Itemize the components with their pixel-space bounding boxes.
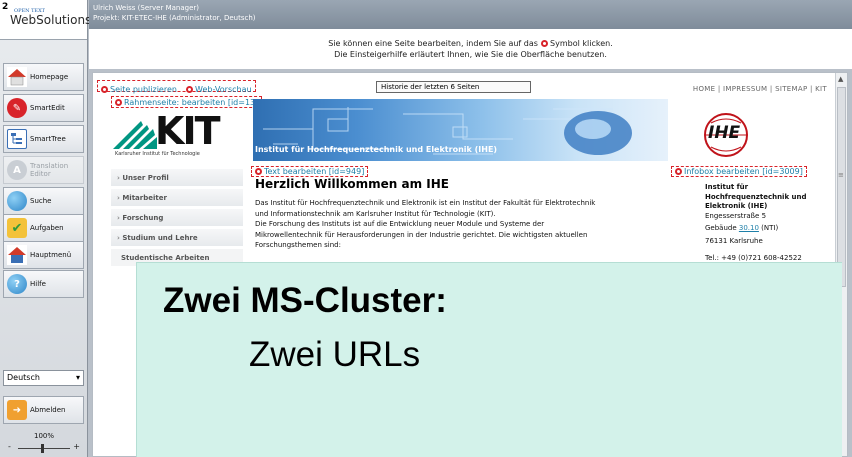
callout-subtitle: Zwei URLs [249, 335, 421, 374]
edit-symbol-icon [675, 168, 682, 175]
sidebar-item-translation-editor: A Translation Editor [3, 156, 84, 184]
publish-toolbar: Seite publizieren Web-Vorschau [97, 80, 256, 94]
sidebar-item-label: Hauptmenü [30, 251, 72, 259]
subnav-item-studium[interactable]: Studium und Lehre [111, 229, 243, 247]
grip-icon: ≡ [838, 171, 844, 179]
logout-icon: ➜ [7, 400, 27, 420]
callout-title: Zwei MS-Cluster: [163, 281, 447, 320]
sidebar-item-label: Hilfe [30, 280, 46, 288]
frame-edit-link[interactable]: Rahmenseite: bearbeiten [id=13] [111, 96, 263, 108]
zoom-in-icon[interactable]: + [73, 442, 80, 451]
ihe-logo[interactable]: IHE [693, 111, 759, 159]
sidebar-item-homepage[interactable]: Homepage [3, 63, 84, 91]
info-banner: Sie können eine Seite bearbeiten, indem … [89, 29, 852, 69]
sidebar-item-suche[interactable]: Suche [3, 187, 84, 215]
kit-logo-mark [113, 121, 157, 149]
translation-icon: A [7, 160, 27, 180]
intro-text: Das Institut für Hochfrequenztechnik und… [255, 199, 596, 249]
language-select[interactable]: Deutsch ▾ [3, 370, 84, 386]
sidebar-item-label: SmartEdit [30, 104, 65, 112]
header-bar: Ulrich Weiss (Server Manager) Projekt: K… [89, 0, 852, 29]
subnav-item-unser-profil[interactable]: Unser Profil [111, 169, 243, 187]
sidebar-item-smarttree[interactable]: SmartTree [3, 125, 84, 153]
sidebar-item-label: Homepage [30, 73, 69, 81]
edit-symbol-icon [540, 40, 548, 47]
sidebar-item-label: Aufgaben [30, 224, 64, 232]
zoom-out-icon[interactable]: - [8, 442, 11, 451]
info-text-3: Die Einsteigerhilfe erläutert Ihnen, wie… [334, 50, 607, 59]
publish-link[interactable]: Seite publizieren [101, 85, 177, 94]
edit-symbol-icon [101, 86, 108, 93]
sidebar-item-label: SmartTree [30, 135, 66, 143]
brand-name: WebSolutions [10, 13, 92, 27]
sidebar-item-label: Suche [30, 197, 52, 205]
edit-symbol-icon [255, 168, 262, 175]
callout-overlay: Zwei MS-Cluster: Zwei URLs [136, 262, 842, 457]
brand-logo: 2 OPEN TEXT WebSolutions [0, 0, 91, 40]
subnav-item-mitarbeiter[interactable]: Mitarbeiter [111, 189, 243, 207]
user-info: Ulrich Weiss (Server Manager) [93, 4, 200, 12]
page-heading: Herzlich Willkommen am IHE [255, 177, 449, 191]
infobox-edit-link[interactable]: Infobox bearbeiten [id=3009] [671, 166, 807, 177]
scrollbar-thumb[interactable] [837, 87, 846, 287]
preview-link[interactable]: Web-Vorschau [186, 85, 252, 94]
sidebar-item-hauptmenue[interactable]: Hauptmenü [3, 241, 84, 269]
kit-logo-letters: KIT [155, 109, 221, 153]
subnav-item-forschung[interactable]: Forschung [111, 209, 243, 227]
smartedit-icon: ✎ [7, 98, 27, 118]
building-link[interactable]: 30.10 [739, 224, 759, 232]
language-value: Deutsch [7, 373, 40, 382]
info-text-2: Symbol klicken. [550, 39, 613, 48]
text-edit-link[interactable]: Text bearbeiten [id=949] [251, 166, 369, 177]
info-text-1: Sie können eine Seite bearbeiten, indem … [328, 39, 538, 48]
home-icon [7, 67, 27, 87]
main-menu-icon [7, 245, 27, 265]
kit-logo[interactable]: KIT Karlsruher Institut für Technologie [113, 109, 245, 161]
chevron-down-icon: ▾ [75, 373, 80, 382]
logout-button[interactable]: ➜ Abmelden [3, 396, 84, 424]
help-icon: ? [7, 274, 27, 294]
kit-logo-subtitle: Karlsruher Institut für Technologie [115, 151, 200, 157]
zoom-thumb[interactable] [41, 444, 44, 453]
scroll-up-icon[interactable]: ▲ [838, 75, 843, 83]
history-select[interactable]: Historie der letzten 6 Seiten [376, 81, 531, 93]
project-info: Projekt: KIT-ETEC-IHE (Administrator, De… [93, 14, 256, 22]
sidebar: 2 OPEN TEXT WebSolutions Homepage ✎ Smar… [0, 0, 91, 457]
tree-icon [7, 129, 27, 149]
tasks-icon: ✔ [7, 218, 27, 238]
zoom-slider[interactable]: - + [8, 442, 80, 453]
ihe-logo-text: IHE [708, 123, 741, 143]
zoom-level: 100% [33, 432, 54, 440]
logout-label: Abmelden [30, 406, 66, 414]
brand-number: 2 [2, 2, 9, 12]
top-links[interactable]: HOME | IMPRESSUM | SITEMAP | KIT [693, 85, 827, 93]
sidebar-item-label: Translation Editor [30, 162, 69, 178]
edit-symbol-icon [186, 86, 194, 93]
sidebar-item-smartedit[interactable]: ✎ SmartEdit [3, 94, 84, 122]
sidebar-item-hilfe[interactable]: ? Hilfe [3, 270, 84, 298]
sidebar-item-aufgaben[interactable]: ✔ Aufgaben [3, 214, 84, 242]
search-icon [7, 191, 27, 211]
banner-title: Institut für Hochfrequenztechnik und Ele… [255, 145, 498, 154]
edit-symbol-icon [115, 99, 122, 106]
infobox: Institut für Hochfrequenztechnik und Ele… [705, 183, 807, 262]
zoom-track [18, 448, 70, 449]
